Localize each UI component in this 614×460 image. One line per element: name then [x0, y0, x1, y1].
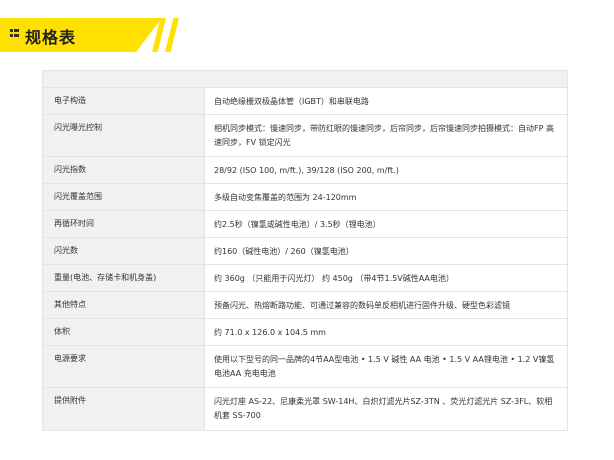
page-title: 规格表 — [25, 28, 77, 47]
section-header: 规格表 — [0, 18, 190, 52]
table-row: 闪光数 约160（碱性电池）/ 260（镍氢电池） — [43, 238, 567, 265]
row-label: 再循环时间 — [43, 211, 205, 237]
table-row: 闪光覆盖范围 多级自动变焦覆盖的范围为 24-120mm — [43, 184, 567, 211]
row-value: 约2.5秒（镍氢或碱性电池）/ 3.5秒（锂电池） — [214, 220, 381, 229]
row-value: 约 71.0 x 126.0 x 104.5 mm — [214, 328, 326, 337]
row-label: 闪光曝光控制 — [43, 115, 205, 156]
table-top-bar — [43, 71, 567, 88]
list-icon — [10, 29, 19, 40]
row-value: 约 360g （只能用于闪光灯） 约 450g （带4节1.5V碱性AA电池） — [214, 274, 454, 283]
table-row: 再循环时间 约2.5秒（镍氢或碱性电池）/ 3.5秒（锂电池） — [43, 211, 567, 238]
table-row: 体积 约 71.0 x 126.0 x 104.5 mm — [43, 319, 567, 346]
row-value: 闪光灯座 AS-22、尼康柔光罩 SW-14H、白炽灯滤光片SZ-3TN 、荧光… — [214, 397, 553, 420]
row-value: 约160（碱性电池）/ 260（镍氢电池） — [214, 247, 354, 256]
row-value: 使用以下型号的同一品牌的4节AA型电池 • 1.5 V 碱性 AA 电池 • 1… — [214, 355, 555, 378]
row-value: 自动绝缘栅双极晶体管（IGBT）和串联电路 — [214, 97, 369, 106]
row-label: 重量(电池、存储卡和机身盖) — [43, 265, 205, 291]
row-label: 闪光数 — [43, 238, 205, 264]
spec-table: 电子构造 自动绝缘栅双极晶体管（IGBT）和串联电路 闪光曝光控制 相机同步模式… — [42, 70, 568, 431]
table-row: 电源要求 使用以下型号的同一品牌的4节AA型电池 • 1.5 V 碱性 AA 电… — [43, 346, 567, 388]
row-value: 相机同步模式：慢速同步，带防红眼的慢速同步，后帘同步，后帘慢速同步拍摄模式：自动… — [214, 124, 554, 147]
row-value: 多级自动变焦覆盖的范围为 24-120mm — [214, 193, 357, 202]
row-value: 预备闪光、热熔断路功能、可通过兼容的数码单反相机进行固件升级、硬型色彩滤镜 — [214, 301, 510, 310]
header-stripe — [165, 18, 179, 52]
row-label: 电子构造 — [43, 88, 205, 114]
row-label: 其他特点 — [43, 292, 205, 318]
row-label: 闪光指数 — [43, 157, 205, 183]
row-label: 闪光覆盖范围 — [43, 184, 205, 210]
table-row: 电子构造 自动绝缘栅双极晶体管（IGBT）和串联电路 — [43, 88, 567, 115]
table-row: 提供附件 闪光灯座 AS-22、尼康柔光罩 SW-14H、白炽灯滤光片SZ-3T… — [43, 388, 567, 430]
row-label: 电源要求 — [43, 346, 205, 387]
row-label: 提供附件 — [43, 388, 205, 430]
table-row: 其他特点 预备闪光、热熔断路功能、可通过兼容的数码单反相机进行固件升级、硬型色彩… — [43, 292, 567, 319]
table-row: 闪光曝光控制 相机同步模式：慢速同步，带防红眼的慢速同步，后帘同步，后帘慢速同步… — [43, 115, 567, 157]
table-row: 重量(电池、存储卡和机身盖) 约 360g （只能用于闪光灯） 约 450g （… — [43, 265, 567, 292]
table-row: 闪光指数 28/92 (ISO 100, m/ft.), 39/128 (ISO… — [43, 157, 567, 184]
row-value: 28/92 (ISO 100, m/ft.), 39/128 (ISO 200,… — [214, 166, 399, 175]
row-label: 体积 — [43, 319, 205, 345]
